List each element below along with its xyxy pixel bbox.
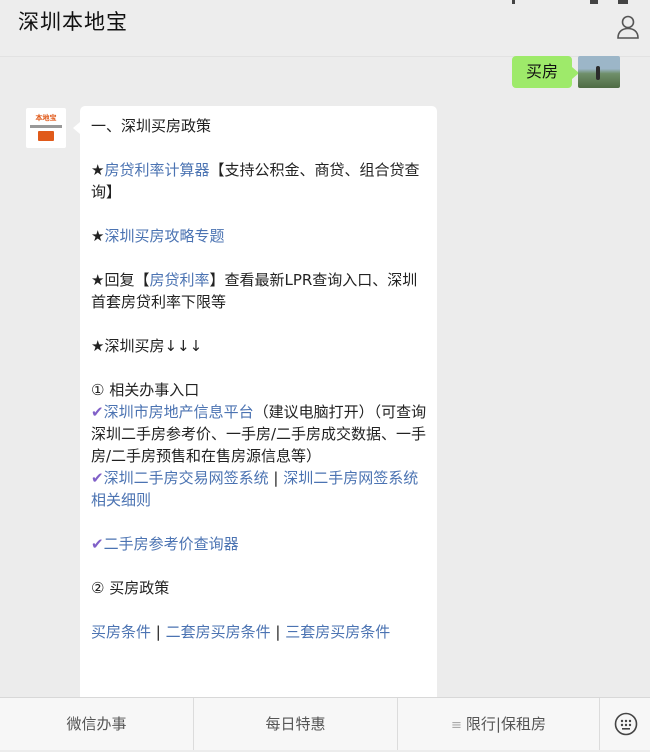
check-icon: ✔ [91,403,104,421]
tab-traffic-rental[interactable]: ≡ 限行|保租房 [398,698,600,750]
second-home-conditions-link[interactable]: 二套房买房条件 [166,623,271,641]
bottom-menu-bar: 微信办事 每日特惠 ≡ 限行|保租房 [0,697,650,750]
chat-area[interactable]: 买房 本地宝 一、深圳买房政策 ★房贷利率计算器【支持公积金、商贷、组合贷查询】… [0,56,650,697]
mortgage-calculator-link[interactable]: 房贷利率计算器 [104,161,209,179]
my-message-bubble: 买房 [511,56,580,88]
home-buying-guide-link[interactable]: 深圳买房攻略专题 [104,227,224,245]
tab-daily-deals[interactable]: 每日特惠 [194,698,398,750]
my-avatar[interactable] [578,56,620,88]
page-title: 深圳本地宝 [18,10,128,34]
check-icon: ✔ [91,535,104,553]
bot-message-bubble: 一、深圳买房政策 ★房贷利率计算器【支持公积金、商贷、组合贷查询】 ★深圳买房攻… [73,106,437,697]
status-bar-fragment [512,0,515,4]
star-icon: ★ [91,161,105,179]
section-subheading: ② 买房政策 [91,579,170,597]
section-subheading: ① 相关办事入口 [91,381,200,399]
separator: | [268,469,284,487]
list-item: ✔二手房参考价查询器 [91,533,427,555]
user-icon[interactable] [616,14,640,40]
list-item: ★房贷利率计算器【支持公积金、商贷、组合贷查询】 [91,159,427,203]
tab-wechat-services[interactable]: 微信办事 [0,698,194,750]
list-item: ✔深圳二手房交易网签系统 | 深圳二手房网签系统相关细则 [91,467,427,511]
third-home-conditions-link[interactable]: 三套房买房条件 [285,623,390,641]
list-item: 买房条件 | 二套房买房条件 | 三套房买房条件 [91,621,427,643]
mortgage-rate-link[interactable]: 房贷利率 [149,271,209,289]
section-heading: 一、深圳买房政策 [91,117,212,135]
list-item: ★深圳买房↓↓↓ [91,337,203,355]
status-bar-fragment [618,0,628,4]
separator: | [270,623,286,641]
reference-price-link[interactable]: 二手房参考价查询器 [104,535,239,553]
emoji-keyboard-icon[interactable] [614,712,638,736]
star-icon: ★ [91,227,105,245]
tab-label: 限行|保租房 [465,715,546,733]
real-estate-platform-link[interactable]: 深圳市房地产信息平台 [104,403,254,421]
menu-icon: ≡ [451,718,462,733]
check-icon: ✔ [91,469,104,487]
separator: | [151,623,166,641]
list-item: ★回复【房贷利率】查看最新LPR查询入口、深圳首套房贷利率下限等 [91,269,427,313]
status-bar-fragment [590,0,598,4]
header-bar: 深圳本地宝 [0,0,650,57]
logo-icon: 本地宝 [35,114,57,122]
item-text: ★回复【 [91,271,150,289]
list-item: ✔深圳市房地产信息平台（建议电脑打开）（可查询深圳二手房参考价、一手房/二手房成… [91,401,427,467]
resale-contract-system-link[interactable]: 深圳二手房交易网签系统 [104,469,269,487]
buying-conditions-link[interactable]: 买房条件 [91,623,151,641]
bot-avatar[interactable]: 本地宝 [26,108,66,148]
list-item: ★深圳买房攻略专题 [91,225,427,247]
